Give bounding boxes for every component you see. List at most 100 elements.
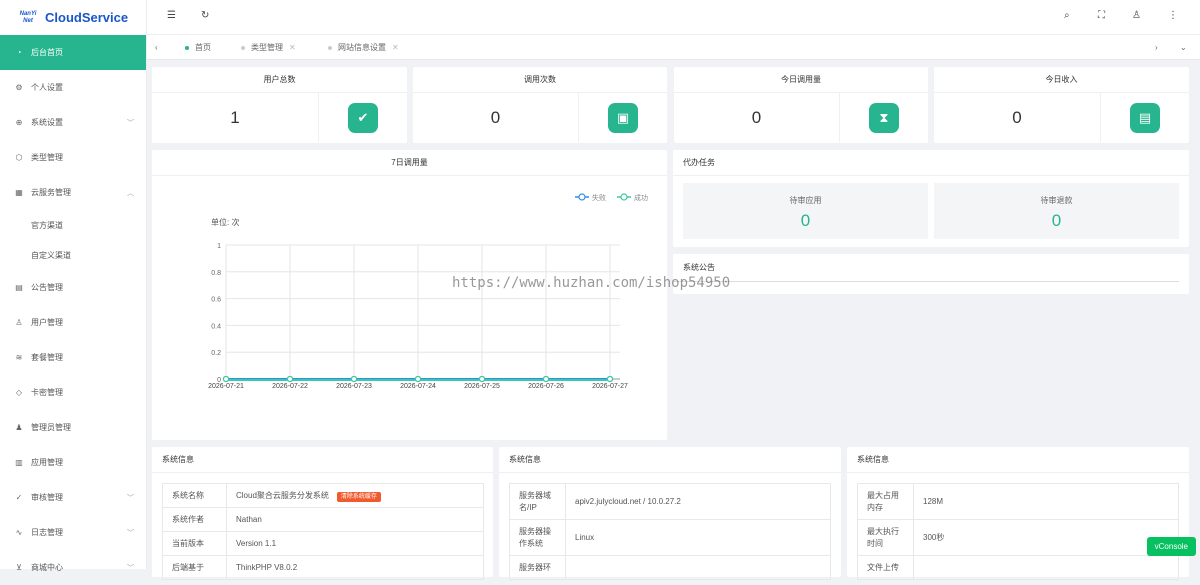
sidebar-item-admins[interactable]: ♟ 管理员管理 [0, 410, 146, 445]
stat-title: 调用次数 [413, 67, 667, 93]
table-row: 服务器环 [509, 555, 831, 580]
search-icon[interactable]: ⌕ [1064, 10, 1070, 21]
sysinfo-title: 系统信息 [152, 447, 493, 473]
top-bar: ☰ ↻ ⌕ ⛶ ♙ ⋮ [147, 0, 1200, 35]
tab-bar: ‹ 首页 类型管理 ✕ 网站信息设置 ✕ › ⌄ [147, 35, 1200, 60]
menu-fold-icon[interactable]: ☰ [167, 10, 176, 21]
table-row: 系统作者 Nathan [162, 507, 484, 532]
tab-scroll-right[interactable]: › [1155, 35, 1158, 60]
sidebar-subitem-official[interactable]: 官方渠道 [0, 210, 146, 240]
chevron-down-icon: ﹀ [127, 494, 134, 502]
dashboard-icon: ◔ [16, 48, 22, 57]
chart-title: 7日调用量 [152, 150, 667, 176]
tab-site-info[interactable]: 网站信息设置 ✕ [328, 35, 399, 60]
app-icon: ▥ [15, 458, 23, 467]
table-row: 服务器操作系统 Linux [509, 519, 831, 556]
sysinfo-card-1: 系统信息 系统名称 Cloud聚合云服务分发系统 清除系统缓存 系统作者 Nathan… [152, 447, 493, 580]
tab-dropdown[interactable]: ⌄ [1180, 35, 1187, 60]
sidebar-item-label: 审核管理 [31, 493, 63, 502]
tab-home[interactable]: 首页 [185, 35, 211, 60]
sysinfo-card-3: 系统信息 最大占用内存 128M 最大执行时间 300秒 文件上传 [847, 447, 1189, 580]
sysinfo-table: 系统名称 Cloud聚合云服务分发系统 清除系统缓存 系统作者 Nathan 当前版本… [162, 483, 484, 580]
table-key: 最大占用内存 [857, 483, 914, 520]
close-icon[interactable]: ✕ [289, 43, 296, 52]
legend-label: 失败 [592, 193, 606, 202]
sidebar-item-types[interactable]: ⬡ 类型管理 [0, 140, 146, 175]
close-icon[interactable]: ✕ [392, 43, 399, 52]
cart-icon: ⊻ [16, 563, 22, 572]
refresh-icon[interactable]: ↻ [201, 10, 209, 21]
hourglass-icon: ⧗ [869, 102, 899, 133]
table-value [565, 555, 831, 580]
chevron-up-icon: ︿ [127, 189, 134, 197]
table-value: Cloud聚合云服务分发系统 清除系统缓存 [226, 483, 484, 508]
table-row: 服务器域名/IP apiv2.julycloud.net / 10.0.27.2 [509, 483, 831, 520]
todo-pending-refunds[interactable]: 待审退款 0 [934, 183, 1179, 239]
data-point [478, 375, 486, 383]
sidebar-item-review[interactable]: ✓ 审核管理 ﹀ [0, 480, 146, 515]
tab-dot [185, 45, 189, 50]
table-key: 系统作者 [162, 507, 227, 532]
data-point [222, 375, 230, 383]
table-value: 300秒 [913, 519, 1179, 556]
pulse-icon: ∿ [15, 528, 23, 537]
stat-card-users: 用户总数 1 ✔ [152, 67, 407, 143]
x-tick-label: 2026-07-26 [528, 383, 564, 390]
table-row: 当前版本 Version 1.1 [162, 531, 484, 556]
sidebar-item-label: 公告管理 [31, 283, 63, 292]
stat-value: 1 [152, 93, 319, 142]
data-point [414, 375, 422, 383]
user-icon[interactable]: ♙ [1132, 10, 1141, 21]
sidebar-item-shop[interactable]: ⊻ 商城中心 ﹀ [0, 550, 146, 585]
stat-value: 0 [934, 93, 1101, 142]
table-value [913, 555, 1179, 580]
chart-card: 7日调用量 单位: 次 0 0.2 0.4 0.6 0.8 1 2026-07-21 2026-… [152, 150, 667, 440]
table-key: 服务器操作系统 [509, 519, 566, 556]
table-row: 文件上传 [857, 555, 1179, 580]
sidebar-item-personal[interactable]: ⚙ 个人设置 [0, 70, 146, 105]
sidebar-item-cloud[interactable]: ▦ 云服务管理 ︿ [0, 175, 146, 210]
table-key: 服务器环 [509, 555, 566, 580]
table-key: 当前版本 [162, 531, 227, 556]
chevron-down-icon: ﹀ [127, 119, 134, 127]
logo[interactable]: NanYi Net CloudService [0, 0, 146, 35]
tab-label: 网站信息设置 [338, 43, 386, 52]
sidebar-item-users[interactable]: ♙ 用户管理 [0, 305, 146, 340]
sidebar-item-label: 卡密管理 [31, 388, 63, 397]
watermark-text: https://www.huzhan.com/ishop54950 [452, 275, 731, 291]
stat-title: 用户总数 [152, 67, 407, 93]
diamond-icon: ◇ [15, 388, 23, 397]
legend-marker [620, 193, 628, 201]
sidebar-item-label: 系统设置 [31, 118, 63, 127]
sidebar-item-home[interactable]: ◔ 后台首页 [0, 35, 146, 70]
vconsole-button[interactable]: vConsole [1146, 537, 1196, 556]
table-key: 后端基于 [162, 555, 227, 580]
legend-label: 成功 [634, 193, 648, 202]
table-key: 最大执行时间 [857, 519, 914, 556]
table-value: 128M [913, 483, 1179, 520]
sidebar-item-cards[interactable]: ◇ 卡密管理 [0, 375, 146, 410]
sysinfo-title: 系统信息 [847, 447, 1189, 473]
tab-scroll-left[interactable]: ‹ [155, 35, 158, 60]
todo-label: 待审退款 [1040, 196, 1073, 205]
logo-mark: NanYi Net [18, 8, 38, 28]
sidebar-subitem-custom[interactable]: 自定义渠道 [0, 240, 146, 270]
sidebar-item-notice[interactable]: ▤ 公告管理 [0, 270, 146, 305]
table-key: 服务器域名/IP [509, 483, 566, 520]
table-value: Version 1.1 [226, 531, 484, 556]
sidebar-item-logs[interactable]: ∿ 日志管理 ﹀ [0, 515, 146, 550]
chevron-left-icon: ‹ [155, 43, 158, 52]
check-circle-icon: ✓ [15, 493, 23, 502]
tab-types[interactable]: 类型管理 ✕ [241, 35, 296, 60]
globe-icon: ⊕ [15, 118, 23, 127]
sidebar-item-system[interactable]: ⊕ 系统设置 ﹀ [0, 105, 146, 140]
stat-card-today-calls: 今日调用量 0 ⧗ [674, 67, 928, 143]
layers-icon: ≋ [15, 353, 23, 362]
more-icon[interactable]: ⋮ [1168, 10, 1178, 21]
todo-pending-apps[interactable]: 待审应用 0 [683, 183, 928, 239]
sidebar-item-plans[interactable]: ≋ 套餐管理 [0, 340, 146, 375]
sidebar-item-apps[interactable]: ▥ 应用管理 [0, 445, 146, 480]
clear-cache-button[interactable]: 清除系统缓存 [336, 492, 381, 502]
fullscreen-icon[interactable]: ⛶ [1098, 10, 1105, 21]
table-row: 后端基于 ThinkPHP V8.0.2 [162, 555, 484, 580]
